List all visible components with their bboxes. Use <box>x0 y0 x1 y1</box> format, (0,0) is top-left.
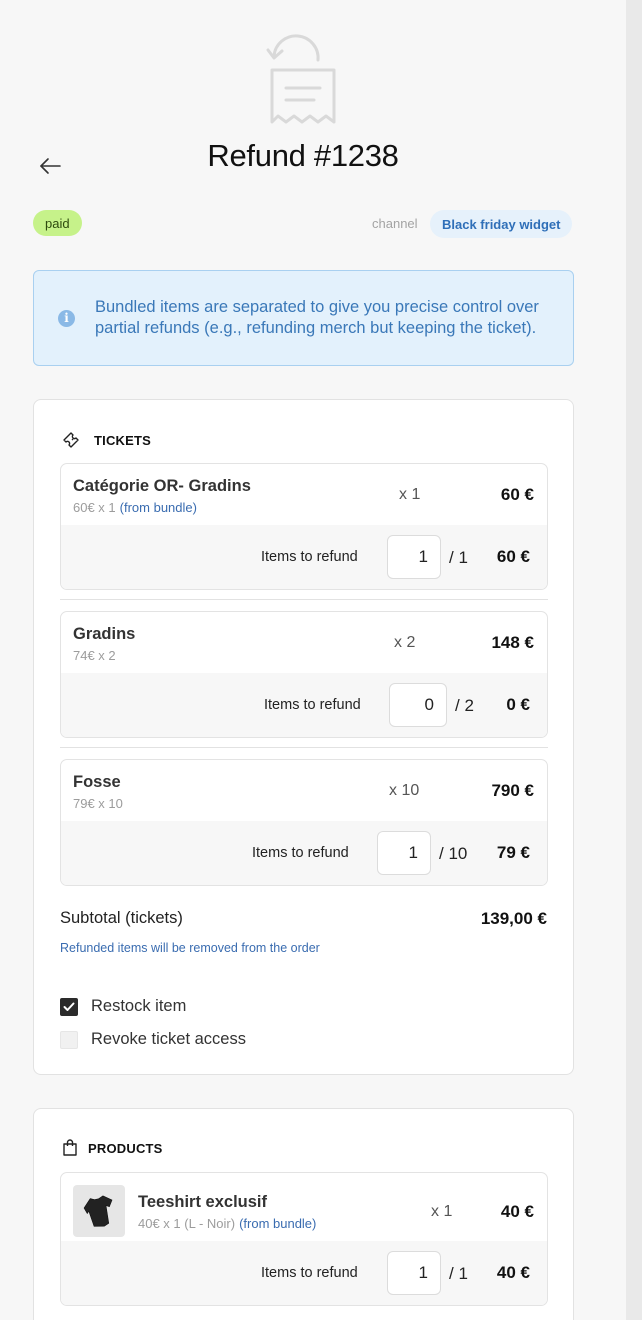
from-bundle-link[interactable]: (from bundle) <box>239 1216 316 1231</box>
item-quantity: x 10 <box>389 782 420 799</box>
item-unit-price: 40€ x 1 (L - Noir) <box>138 1216 236 1231</box>
refund-total: 0 € <box>506 695 530 714</box>
channel-label: channel <box>372 216 418 231</box>
item-name: Catégorie OR- Gradins <box>73 477 251 495</box>
status-badge: paid <box>33 210 82 236</box>
item-name: Fosse <box>73 773 121 791</box>
subtotal-label: Subtotal (tickets) <box>60 909 183 927</box>
tshirt-icon <box>83 1195 113 1227</box>
revoke-ticket-access-label: Revoke ticket access <box>91 1030 246 1048</box>
item-unit-line: 60€ x 1 (from bundle) <box>73 500 197 515</box>
products-section-header: PRODUCTS <box>62 1139 163 1157</box>
item-total: 148 € <box>491 633 534 652</box>
item-quantity: x 1 <box>431 1203 453 1220</box>
refund-max: / 1 <box>449 1264 468 1283</box>
refund-total: 60 € <box>496 547 530 566</box>
restock-item-label: Restock item <box>91 997 187 1015</box>
item-quantity: x 1 <box>399 486 421 503</box>
refund-label: Items to refund <box>261 549 358 565</box>
page-title: Refund #1238 <box>207 138 399 173</box>
refund-max: / 2 <box>455 696 474 715</box>
products-section-title: PRODUCTS <box>88 1140 163 1156</box>
item-name: Gradins <box>73 625 136 643</box>
refund-page: Refund #1238 paid channel Black friday w… <box>0 0 626 1320</box>
info-icon: i <box>58 309 75 327</box>
divider <box>60 599 548 600</box>
item-unit-line: 74€ x 2 <box>73 648 116 663</box>
ticket-item: Gradins 74€ x 2 x 2 148 € Items to refun… <box>60 611 548 738</box>
item-unit-line: 79€ x 10 <box>73 796 123 811</box>
item-total: 60 € <box>500 485 534 504</box>
item-unit-price: 60€ x 1 <box>73 500 116 515</box>
tickets-section-header: TICKETS <box>62 431 151 449</box>
from-bundle-link[interactable]: (from bundle) <box>120 500 197 515</box>
refund-total: 79 € <box>496 843 530 862</box>
shopping-bag-icon <box>63 1139 77 1156</box>
refund-label: Items to refund <box>261 1265 358 1281</box>
product-thumbnail <box>73 1185 125 1237</box>
item-unit-price: 79€ x 10 <box>73 796 123 811</box>
item-unit-price: 74€ x 2 <box>73 648 116 663</box>
refund-max: / 1 <box>449 548 468 567</box>
refund-quantity-input[interactable]: 1 <box>377 831 431 875</box>
refund-quantity-input[interactable]: 1 <box>387 535 441 579</box>
tickets-section-title: TICKETS <box>94 432 152 448</box>
item-total: 790 € <box>491 781 534 800</box>
tickets-card: TICKETS Catégorie OR- Gradins 60€ x 1 (fr… <box>33 399 574 1075</box>
refund-total: 40 € <box>496 1263 530 1282</box>
ticket-item: Fosse 79€ x 10 x 10 790 € Items to refun… <box>60 759 548 886</box>
ticket-item: Catégorie OR- Gradins 60€ x 1 (from bundl… <box>60 463 548 590</box>
item-unit-line: 40€ x 1 (L - Noir) (from bundle) <box>138 1216 316 1231</box>
checkmark-icon <box>63 1002 75 1011</box>
ticket-icon <box>63 432 79 448</box>
refund-label: Items to refund <box>252 845 349 861</box>
restock-item-checkbox[interactable]: Restock item <box>60 997 186 1016</box>
info-banner-text: Bundled items are separated to give you … <box>95 298 539 337</box>
channel-badge: Black friday widget <box>430 210 573 238</box>
products-card: PRODUCTS Teeshirt exclusif 40€ x 1 (L - … <box>33 1108 574 1320</box>
item-name: Teeshirt exclusif <box>138 1193 267 1211</box>
product-item: Teeshirt exclusif 40€ x 1 (L - Noir) (fro… <box>60 1172 548 1306</box>
info-banner: i Bundled items are separated to give yo… <box>33 270 574 366</box>
checkbox-checked[interactable] <box>60 997 78 1016</box>
checkbox-unchecked[interactable] <box>60 1030 78 1049</box>
revoke-ticket-access-checkbox[interactable]: Revoke ticket access <box>60 1030 246 1049</box>
refund-label: Items to refund <box>264 697 361 713</box>
refund-quantity-input[interactable]: 1 <box>387 1251 441 1295</box>
subtotal-value: 139,00 € <box>480 909 547 928</box>
subtotal-note: Refunded items will be removed from the … <box>60 941 320 955</box>
divider <box>60 747 548 748</box>
page-scrollbar[interactable] <box>626 0 642 1320</box>
item-total: 40 € <box>500 1202 534 1221</box>
refund-quantity-input[interactable]: 0 <box>389 683 447 727</box>
item-quantity: x 2 <box>394 634 416 651</box>
receipt-refund-icon <box>266 34 336 124</box>
refund-max: / 10 <box>439 844 468 863</box>
